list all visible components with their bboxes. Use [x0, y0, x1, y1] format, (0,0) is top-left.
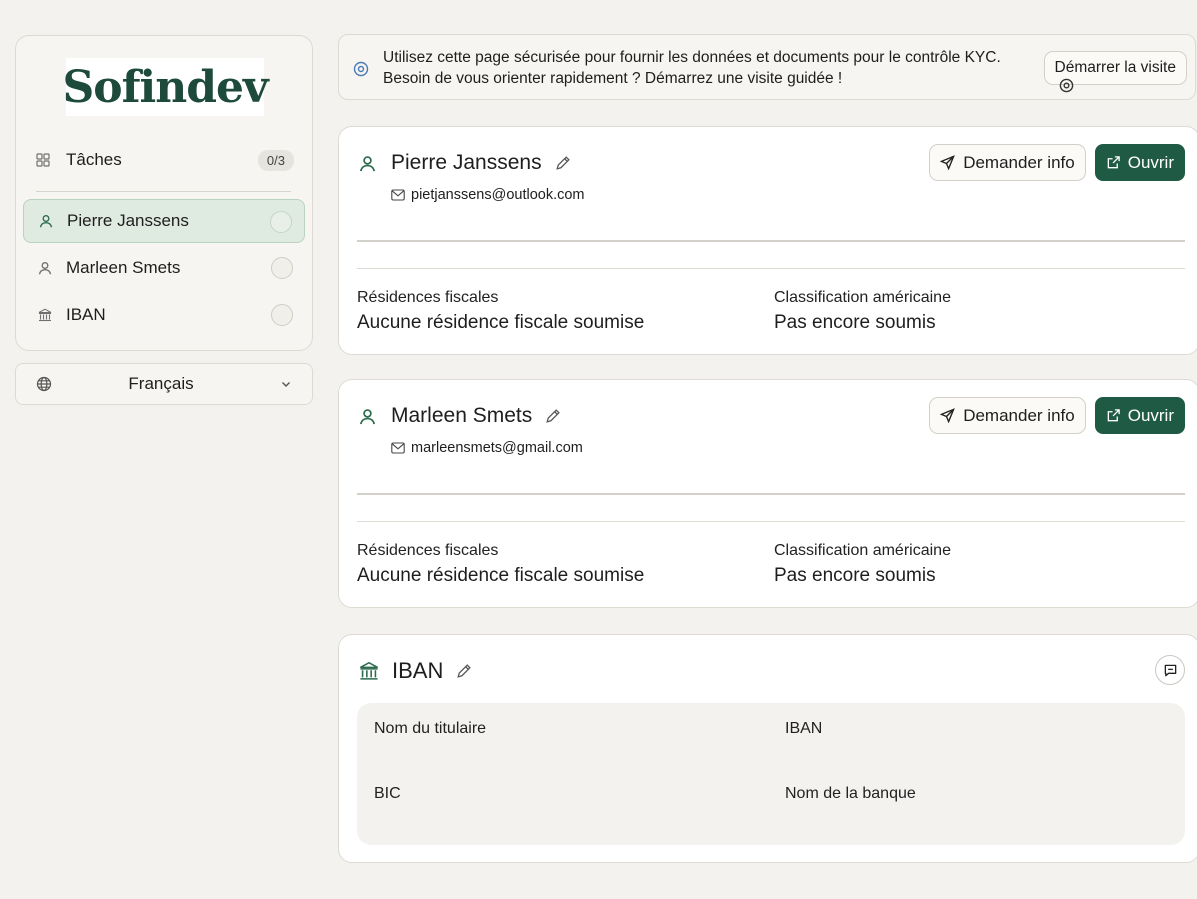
external-link-icon — [1107, 409, 1120, 422]
sidebar-item-label: IBAN — [66, 305, 106, 324]
logo: Sofindev — [62, 58, 269, 116]
start-tour-label: Démarrer la visite — [1054, 59, 1176, 76]
status-circle — [271, 257, 293, 279]
iban-label: IBAN — [785, 720, 823, 737]
request-info-button[interactable]: Demander info — [929, 397, 1086, 434]
comment-button[interactable] — [1155, 655, 1185, 685]
tasks-header: Tâches 0/3 — [36, 148, 294, 172]
email-row: marleensmets@gmail.com — [391, 440, 583, 456]
us-classification-field: Classification américaine Pas encore sou… — [774, 289, 951, 334]
us-classification-label: Classification américaine — [774, 542, 951, 559]
divider — [357, 268, 1185, 269]
banner-text: Utilisez cette page sécurisée pour fourn… — [383, 49, 1001, 87]
person-email: pietjanssens@outlook.com — [411, 187, 585, 203]
status-circle — [270, 211, 292, 233]
chevron-down-icon — [282, 382, 290, 387]
open-label: Ouvrir — [1127, 152, 1174, 172]
request-info-label: Demander info — [963, 405, 1075, 425]
sidebar-item-pierre-janssens[interactable]: Pierre Janssens — [23, 199, 305, 243]
person-name: Pierre Janssens — [391, 151, 542, 174]
target-icon — [1059, 78, 1073, 93]
email-row: pietjanssens@outlook.com — [391, 187, 585, 203]
iban-card: IBAN Nom du titulaire IBAN BIC Nom de la… — [338, 634, 1197, 863]
person-actions: Demander info Ouvrir — [929, 144, 1185, 181]
pencil-icon[interactable] — [554, 155, 571, 172]
divider — [357, 521, 1185, 522]
fiscal-residences-value: Aucune résidence fiscale soumise — [357, 565, 645, 586]
pencil-icon[interactable] — [455, 663, 472, 680]
pencil-icon[interactable] — [544, 408, 561, 425]
fiscal-residences-value: Aucune résidence fiscale soumise — [357, 312, 645, 333]
tasks-label: Tâches — [66, 150, 122, 169]
person-card-marleen-smets: Marleen Smets marleensmets@gmail.com Dem… — [338, 379, 1197, 608]
send-icon — [940, 408, 956, 423]
open-button[interactable]: Ouvrir — [1094, 144, 1185, 181]
us-classification-field: Classification américaine Pas encore sou… — [774, 542, 951, 587]
fiscal-residences-field: Résidences fiscales Aucune résidence fis… — [357, 289, 644, 334]
person-email: marleensmets@gmail.com — [411, 440, 583, 456]
person-actions: Demander info Ouvrir — [929, 397, 1185, 434]
send-icon — [940, 155, 956, 170]
language-select[interactable]: Français — [15, 363, 313, 405]
sidebar: Sofindev Tâches 0/3 Pierre Janssens Marl… — [15, 35, 313, 351]
info-banner: Utilisez cette page sécurisée pour fourn… — [338, 34, 1196, 100]
mail-icon — [391, 442, 405, 454]
comment-icon — [1164, 664, 1176, 676]
target-icon — [353, 61, 369, 77]
bank-icon — [360, 661, 378, 680]
us-classification-label: Classification américaine — [774, 289, 951, 306]
person-header: Pierre Janssens — [359, 151, 571, 175]
open-button[interactable]: Ouvrir — [1094, 397, 1185, 434]
open-label: Ouvrir — [1127, 405, 1174, 425]
sidebar-item-marleen-smets[interactable]: Marleen Smets — [23, 246, 305, 290]
bic-label: BIC — [374, 785, 401, 802]
start-tour-button[interactable]: Démarrer la visite — [1043, 51, 1187, 93]
external-link-icon — [1107, 156, 1120, 169]
bank-icon — [38, 308, 52, 322]
user-icon — [39, 215, 53, 228]
user-icon — [38, 262, 52, 275]
user-icon — [359, 408, 376, 424]
fiscal-residences-label: Résidences fiscales — [357, 289, 499, 306]
iban-title: IBAN — [392, 658, 444, 683]
sidebar-item-iban[interactable]: IBAN — [23, 293, 305, 337]
person-name: Marleen Smets — [391, 404, 533, 427]
bank-name-label: Nom de la banque — [785, 785, 916, 802]
person-card-pierre-janssens: Pierre Janssens pietjanssens@outlook.com… — [338, 126, 1197, 355]
iban-fields: Nom du titulaire IBAN BIC Nom de la banq… — [357, 703, 1185, 845]
holder-name-label: Nom du titulaire — [374, 720, 487, 737]
tasks-count-badge: 0/3 — [257, 149, 294, 171]
status-circle — [271, 304, 293, 326]
grid-icon — [36, 153, 50, 167]
sidebar-item-label: Pierre Janssens — [67, 211, 189, 230]
mail-icon — [391, 189, 405, 201]
us-classification-value: Pas encore soumis — [774, 312, 936, 333]
globe-icon — [36, 376, 52, 392]
iban-header: IBAN — [359, 658, 472, 684]
sidebar-item-label: Marleen Smets — [66, 258, 181, 277]
request-info-button[interactable]: Demander info — [929, 144, 1086, 181]
divider — [357, 240, 1185, 242]
fiscal-residences-label: Résidences fiscales — [357, 542, 499, 559]
user-icon — [359, 155, 376, 171]
divider — [357, 493, 1185, 495]
request-info-label: Demander info — [963, 152, 1075, 172]
language-label: Français — [128, 374, 194, 393]
us-classification-value: Pas encore soumis — [774, 565, 936, 586]
person-header: Marleen Smets — [359, 404, 561, 428]
sidebar-divider — [36, 191, 291, 192]
fiscal-residences-field: Résidences fiscales Aucune résidence fis… — [357, 542, 644, 587]
